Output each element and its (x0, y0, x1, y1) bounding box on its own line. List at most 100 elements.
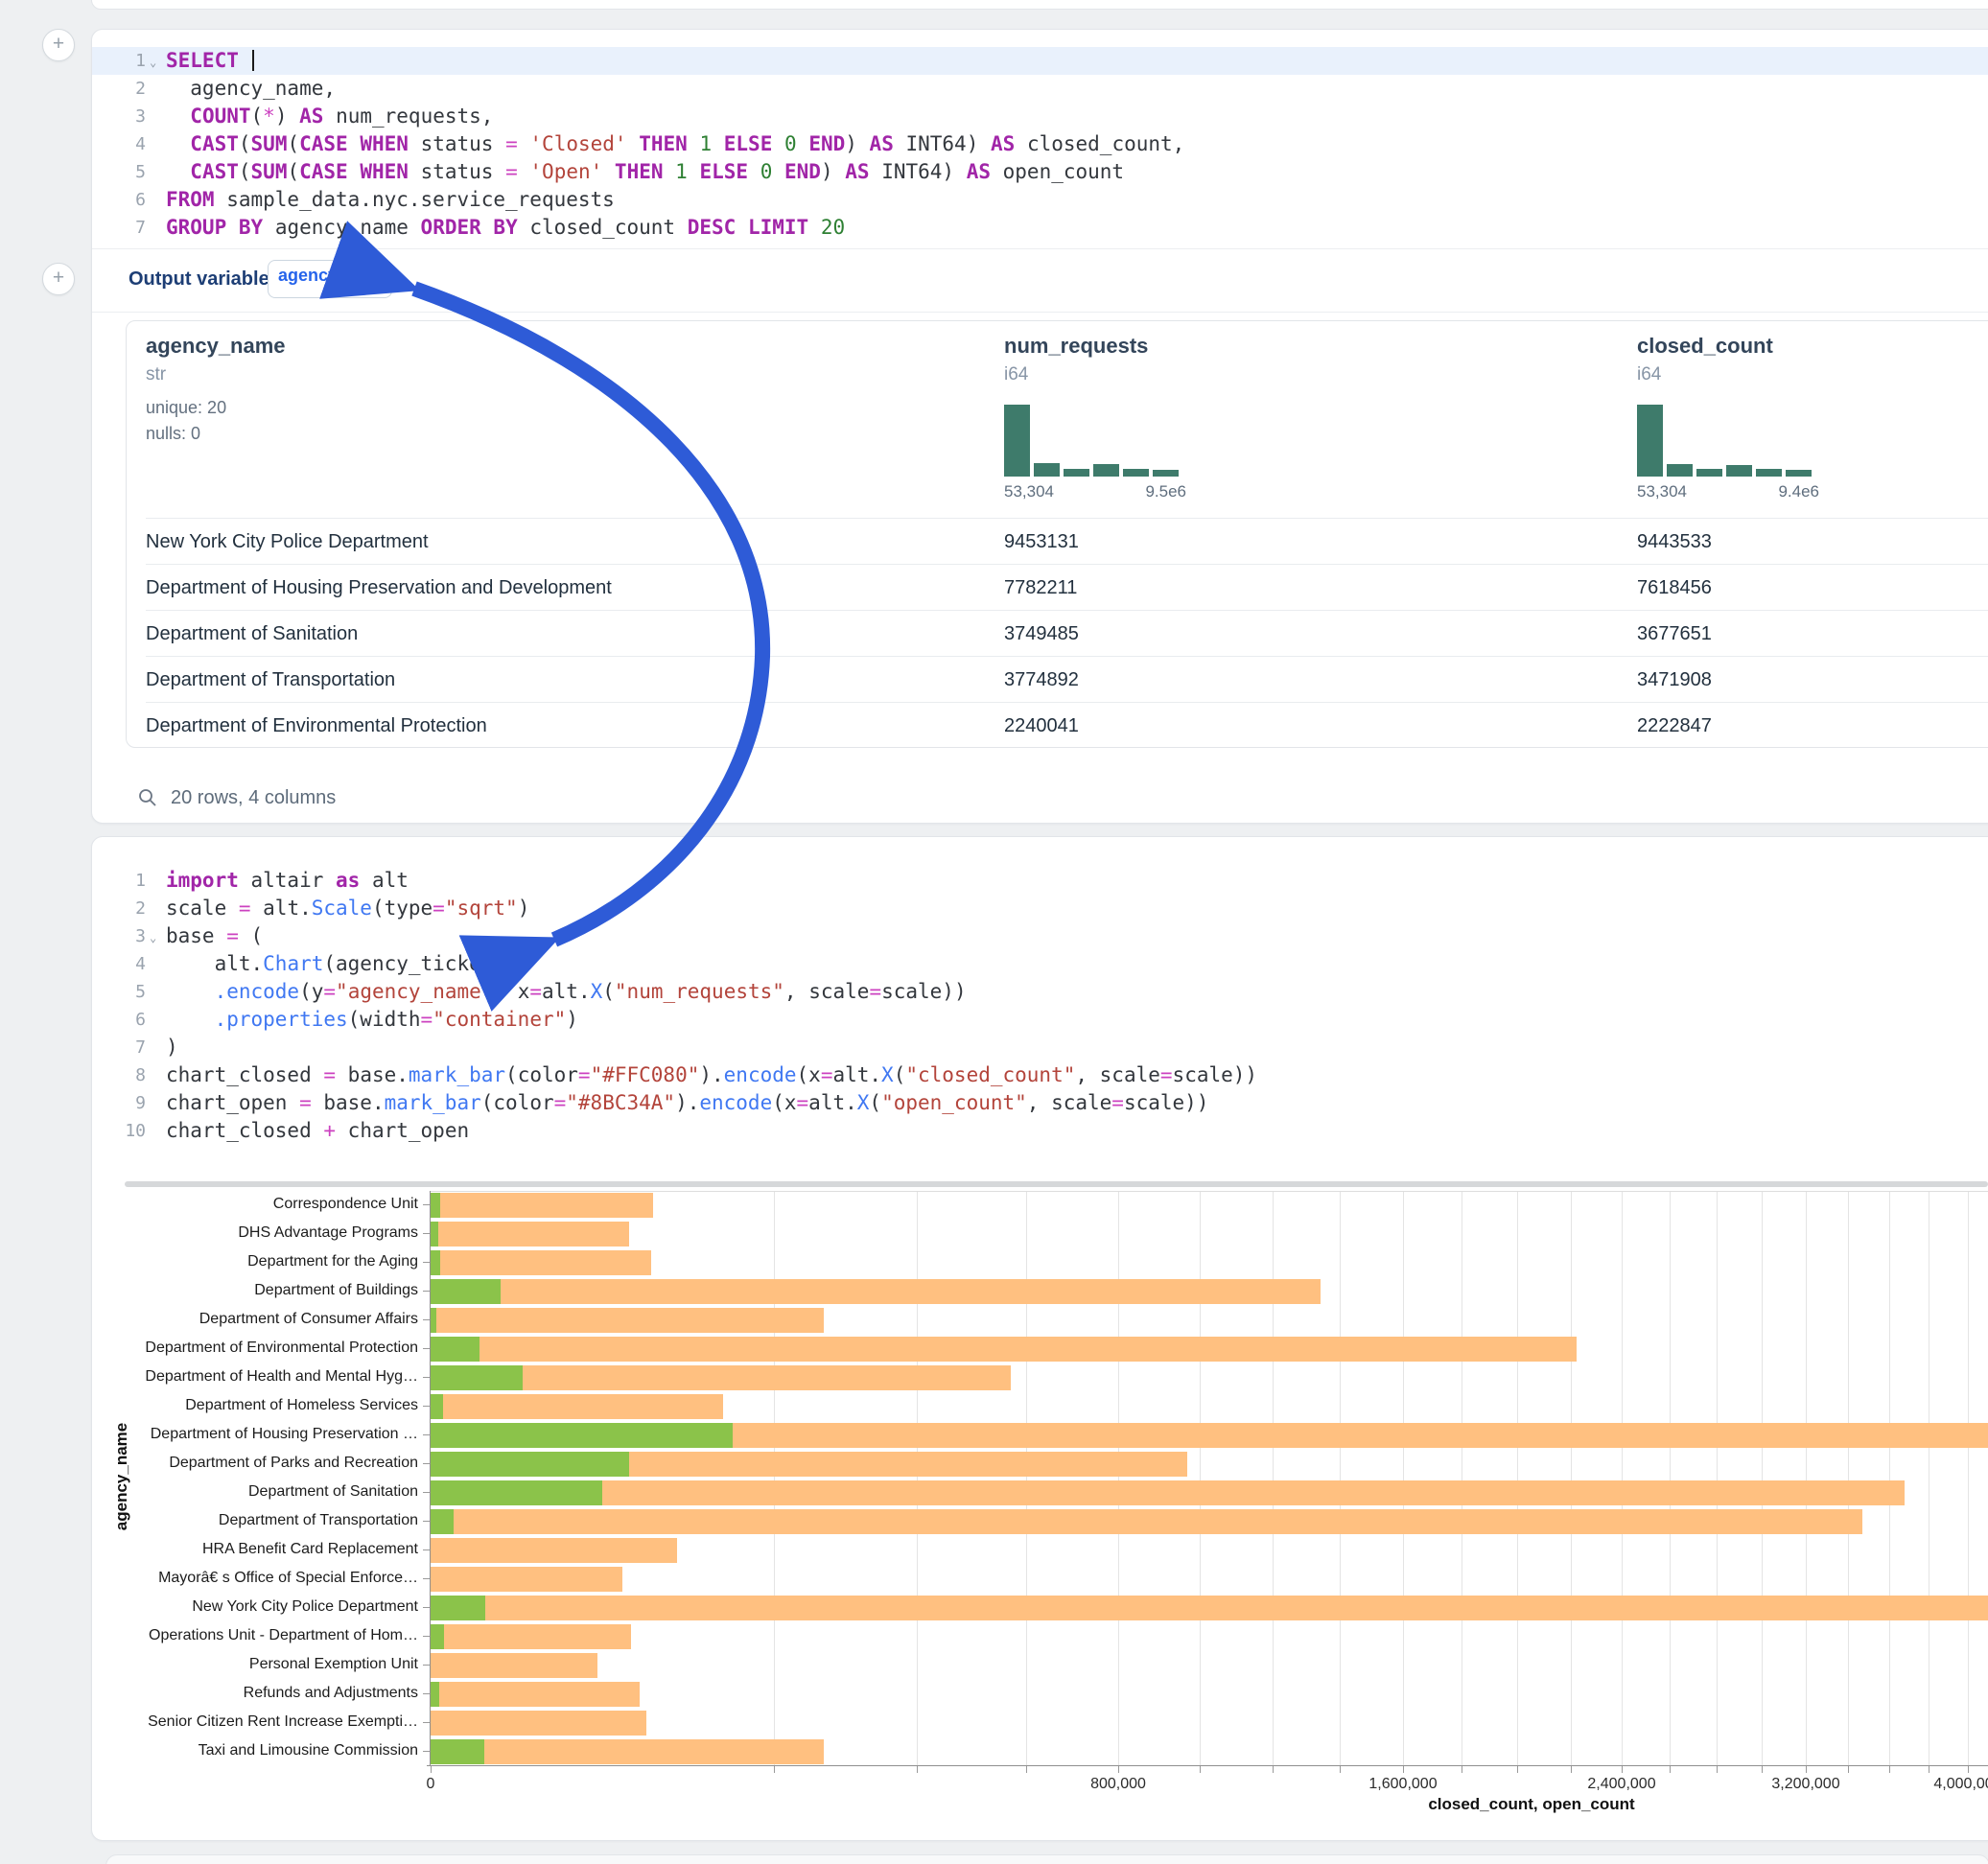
x-axis-tick (1200, 1766, 1201, 1773)
y-axis-label: Department of Parks and Recreation (134, 1455, 418, 1472)
y-axis-label: Senior Citizen Rent Increase Exempti… (134, 1713, 418, 1731)
x-axis-tick (1622, 1766, 1623, 1773)
token (602, 160, 615, 183)
x-axis-tick (1118, 1766, 1119, 1773)
token: COUNT (190, 105, 250, 128)
token: ( (869, 1091, 881, 1114)
token (712, 132, 724, 155)
cell-num-requests: 9453131 (1004, 531, 1079, 553)
token: base. (312, 1091, 385, 1114)
code-line: 3⌄base = ( (92, 922, 1988, 950)
cell-agency-name: New York City Police Department (146, 531, 429, 553)
y-axis-tick (423, 1377, 430, 1378)
y-axis-tick (423, 1521, 430, 1522)
code-text: GROUP BY agency_name ORDER BY closed_cou… (166, 214, 845, 242)
cell-closed-count: 2222847 (1637, 715, 1712, 737)
token: END (808, 132, 845, 155)
y-axis-label: Personal Exemption Unit (134, 1656, 418, 1673)
cell-agency-name: Department of Transportation (146, 669, 395, 691)
token: = (505, 160, 518, 183)
cell-num-requests: 3749485 (1004, 623, 1079, 645)
token: END (784, 160, 821, 183)
token: sample_data.nyc.service_requests (215, 188, 615, 211)
x-axis-tick-label: 1,600,000 (1345, 1776, 1461, 1793)
token: 'Closed' (529, 132, 626, 155)
column-type: str (146, 364, 166, 385)
line-number: 9 (92, 1089, 146, 1117)
token: ( (251, 105, 264, 128)
token: "container" (433, 1008, 566, 1031)
x-axis-tick-label: 4,000,000 (1910, 1776, 1988, 1793)
closed-count-bar (431, 1739, 824, 1764)
token: .properties (215, 1008, 348, 1031)
code-line: 7GROUP BY agency_name ORDER BY closed_co… (92, 214, 1988, 242)
token: ) (821, 160, 845, 183)
x-axis-tick (1670, 1766, 1671, 1773)
token: ). (675, 1091, 699, 1114)
cell-closed-count: 7618456 (1637, 577, 1712, 599)
add-cell-button-top[interactable]: + (42, 29, 75, 61)
token: = (323, 1063, 336, 1086)
token: scale)) (1173, 1063, 1258, 1086)
token: X (591, 980, 603, 1003)
token: = (421, 1008, 433, 1031)
token: X (881, 1063, 894, 1086)
token: , scale (784, 980, 870, 1003)
y-axis-label: New York City Police Department (134, 1598, 418, 1616)
token: AS (845, 160, 869, 183)
fold-caret-icon[interactable]: ⌄ (150, 49, 156, 77)
token: 0 (784, 132, 797, 155)
line-number: 7 (92, 1034, 146, 1061)
token: status (409, 160, 505, 183)
token: = (578, 1063, 591, 1086)
output-variable-input[interactable]: agency_tickets (268, 260, 392, 298)
chart-scrollbar[interactable] (125, 1181, 1988, 1187)
search-icon[interactable] (138, 788, 157, 807)
token (518, 160, 530, 183)
code-text: ) (166, 1034, 178, 1061)
closed-count-bar (431, 1279, 1321, 1304)
histogram-bar (1093, 464, 1119, 477)
token: AS (870, 132, 894, 155)
x-axis-tick (1889, 1766, 1890, 1773)
token: , x (493, 980, 529, 1003)
table-row-count: 20 rows, 4 columns (171, 787, 336, 808)
token (166, 160, 190, 183)
code-text: scale = alt.Scale(type="sqrt") (166, 895, 529, 922)
y-axis-label: Department of Homeless Services (134, 1397, 418, 1414)
token: ( (894, 1063, 906, 1086)
sql-cell: 1⌄SELECT 2 agency_name,3 COUNT(*) AS num… (91, 29, 1988, 824)
gridline (1806, 1192, 1807, 1766)
code-line: 5 CAST(SUM(CASE WHEN status = 'Open' THE… (92, 158, 1988, 186)
token: Chart (263, 952, 323, 975)
closed-count-bar (431, 1308, 824, 1333)
code-text: chart_open = base.mark_bar(color="#8BC34… (166, 1089, 1208, 1117)
python-editor[interactable]: 1import altair as alt2scale = alt.Scale(… (92, 867, 1988, 1145)
y-axis-label: Department of Environmental Protection (134, 1340, 418, 1357)
token: GROUP (166, 216, 226, 239)
histogram-max-label: 9.4e6 (1778, 482, 1819, 501)
x-axis-tick (431, 1766, 432, 1773)
sql-editor[interactable]: 1⌄SELECT 2 agency_name,3 COUNT(*) AS num… (92, 47, 1988, 242)
token: AS (299, 105, 323, 128)
token: chart_closed (166, 1063, 323, 1086)
histogram-bar (1004, 405, 1030, 477)
token (481, 216, 494, 239)
open-count-bar (431, 1308, 436, 1333)
token: ( (239, 132, 251, 155)
fold-caret-icon[interactable]: ⌄ (150, 924, 156, 952)
histogram-bar (1667, 464, 1693, 477)
token: SELECT (166, 49, 239, 72)
cell-num-requests: 7782211 (1004, 577, 1077, 599)
cell-agency-name: Department of Environmental Protection (146, 715, 487, 737)
code-line: 1⌄SELECT (92, 47, 1988, 75)
token: CAST (190, 160, 239, 183)
token: ORDER (421, 216, 481, 239)
histogram-bar (1034, 463, 1060, 477)
token: WHEN (360, 132, 409, 155)
add-cell-button-output[interactable]: + (42, 263, 75, 295)
token: = (323, 980, 336, 1003)
token: LIMIT (748, 216, 808, 239)
y-axis-tick (423, 1549, 430, 1550)
gridline (1273, 1192, 1274, 1766)
